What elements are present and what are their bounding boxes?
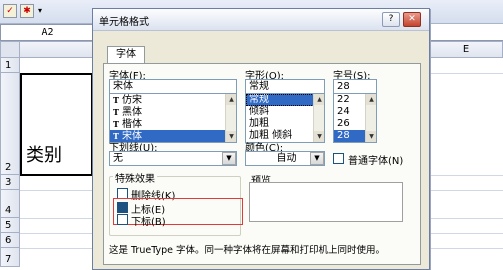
preview-box xyxy=(249,182,403,222)
tab-font[interactable]: 字体 xyxy=(107,46,145,64)
scroll-up-icon[interactable]: ▲ xyxy=(226,94,236,105)
font-list[interactable]: T 仿宋 T 黑体 T 楷体 T 宋体 ▲ ▼ xyxy=(109,93,237,143)
normal-font-label: 普通字体(N) xyxy=(348,156,404,167)
list-item[interactable]: T 仿宋 xyxy=(110,94,236,106)
font-input[interactable]: 宋体 xyxy=(109,79,237,94)
truetype-info-text: 这是 TrueType 字体。同一种字体将在屏幕和打印机上同时使用。 xyxy=(109,245,386,256)
spell-check-icon[interactable]: ✓ xyxy=(3,4,17,18)
row-header-5[interactable]: 5 xyxy=(0,218,20,233)
scroll-up-icon[interactable]: ▲ xyxy=(314,94,324,105)
row-header-2[interactable]: 2 xyxy=(0,73,20,175)
truetype-icon: T xyxy=(113,107,119,117)
effects-label: 特殊效果 xyxy=(113,170,157,185)
name-box[interactable]: A2 xyxy=(0,24,95,41)
size-input[interactable]: 28 xyxy=(333,79,377,94)
research-icon[interactable]: ✱ xyxy=(20,4,34,18)
font-list-scrollbar[interactable]: ▲ ▼ xyxy=(225,94,236,142)
row-header-7[interactable]: 7 xyxy=(0,248,20,267)
scroll-down-icon[interactable]: ▼ xyxy=(226,131,236,142)
row-header-3[interactable]: 3 xyxy=(0,175,20,190)
list-item[interactable]: T 楷体 xyxy=(110,118,236,130)
truetype-icon: T xyxy=(113,95,119,105)
close-button[interactable]: ✕ xyxy=(403,12,421,27)
scroll-down-icon[interactable]: ▼ xyxy=(366,131,376,142)
list-item[interactable]: T 黑体 xyxy=(110,106,236,118)
truetype-icon: T xyxy=(113,119,119,129)
select-all-corner[interactable] xyxy=(0,41,20,58)
cell-a2-text: 类别 xyxy=(26,145,62,166)
dialog-titlebar[interactable]: 单元格格式 ? ✕ xyxy=(93,9,429,31)
size-list[interactable]: 22 24 26 28 ▲ ▼ xyxy=(333,93,377,143)
row-header-6[interactable]: 6 xyxy=(0,233,20,248)
scroll-up-icon[interactable]: ▲ xyxy=(366,94,376,105)
superscript-checkbox[interactable] xyxy=(117,202,128,213)
chevron-down-icon[interactable]: ▼ xyxy=(222,152,236,165)
style-list-scrollbar[interactable]: ▲ ▼ xyxy=(313,94,324,142)
gridline xyxy=(430,58,431,267)
format-cells-dialog: 单元格格式 ? ✕ 字体 字体(F): 宋体 T 仿宋 T 黑体 T 楷体 T 宋体 ▲… xyxy=(92,8,430,270)
subscript-checkbox[interactable] xyxy=(117,214,128,225)
subscript-label: 下标(B) xyxy=(131,217,166,228)
column-header-e[interactable]: E xyxy=(430,41,503,58)
underline-select[interactable]: 无 xyxy=(109,151,237,166)
help-button[interactable]: ? xyxy=(382,12,400,27)
dialog-title: 单元格格式 xyxy=(99,17,149,28)
scroll-down-icon[interactable]: ▼ xyxy=(314,131,324,142)
row-header-4[interactable]: 4 xyxy=(0,190,20,218)
column-header-a[interactable] xyxy=(20,41,93,58)
chevron-down-icon[interactable]: ▼ xyxy=(310,152,324,165)
normal-font-checkbox[interactable] xyxy=(333,153,344,164)
style-input[interactable]: 常规 xyxy=(245,79,325,94)
row-header-1[interactable]: 1 xyxy=(0,58,20,73)
toolbar-options-icon[interactable]: ▾ xyxy=(38,6,42,15)
style-list[interactable]: 常规 倾斜 加粗 加粗 倾斜 ▲ ▼ xyxy=(245,93,325,143)
size-list-scrollbar[interactable]: ▲ ▼ xyxy=(365,94,376,142)
